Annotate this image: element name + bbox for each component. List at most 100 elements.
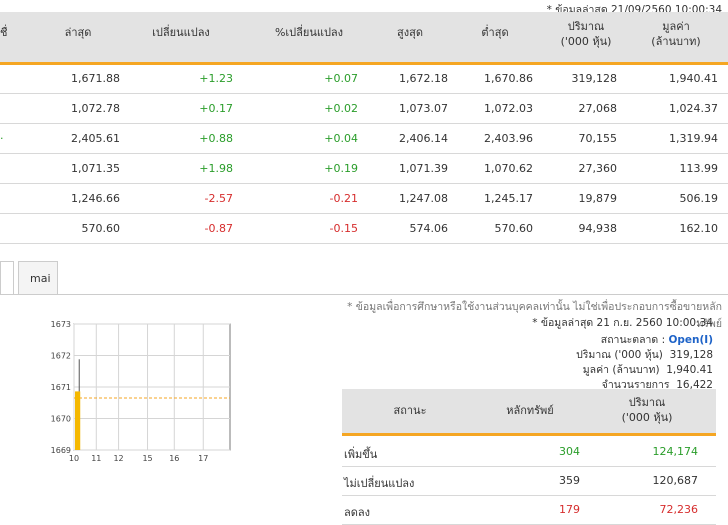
chart-y-tick: 1673: [51, 320, 71, 329]
cell-value: 162.10: [679, 222, 719, 235]
cell-volume: 27,360: [578, 162, 618, 175]
cell-volume: 94,938: [578, 222, 618, 235]
header-value-unit: (ล้านบาท): [651, 35, 701, 48]
cell-volume: 27,068: [578, 102, 618, 115]
cell-value: 1,024.37: [669, 102, 718, 115]
header-low: ต่ำสุด: [481, 26, 509, 39]
cell-pct-change: -0.15: [329, 222, 358, 235]
chart-y-tick: 1672: [51, 352, 71, 361]
chart-y-tick: 1670: [51, 415, 71, 424]
cell-pct-change: +0.04: [324, 132, 358, 145]
info-updated: * ข้อมูลล่าสุด 21 ก.ย. 2560 10:00:34: [532, 317, 713, 329]
cell-change: +1.98: [199, 162, 233, 175]
chart-x-tick: 10: [69, 454, 79, 463]
cell-last: 1,246.66: [71, 192, 120, 205]
table-header: ชื่ ล่าสุด เปลี่ยนแปลง %เปลี่ยนแปลง สูงส…: [0, 12, 728, 65]
summary-volume: 72,236: [659, 503, 699, 516]
cell-last: 2,405.61: [71, 132, 120, 145]
cell-low: 1,670.86: [484, 72, 533, 85]
header-value: มูลค่า: [662, 20, 690, 33]
volume-value: 319,128: [669, 349, 713, 361]
chart-x-tick: 17: [198, 454, 208, 463]
tab-set[interactable]: [0, 261, 14, 294]
chart-x-tick: 12: [113, 454, 123, 463]
cell-low: 570.60: [494, 222, 534, 235]
cell-volume: 319,128: [571, 72, 618, 85]
summary-count: 304: [559, 445, 580, 458]
cell-high: 1,672.18: [399, 72, 448, 85]
cell-value: 1,940.41: [669, 72, 718, 85]
summary-count: 359: [559, 474, 580, 487]
summary-header: สถานะ หลักทรัพย์ ปริมาณ ('000 หุ้น): [342, 389, 716, 436]
cell-low: 2,403.96: [484, 132, 533, 145]
header-volume: ปริมาณ: [567, 20, 605, 33]
cell-change: -0.87: [204, 222, 233, 235]
cell-low: 1,072.03: [484, 102, 533, 115]
chart-x-tick: 16: [169, 454, 179, 463]
cell-last: 1,671.88: [71, 72, 120, 85]
summary-header-volume: ปริมาณ: [628, 396, 666, 409]
row-marker: ·: [0, 132, 4, 145]
cell-pct-change: +0.19: [324, 162, 358, 175]
summary-count: 179: [559, 503, 580, 516]
cell-value: 1,319.94: [669, 132, 718, 145]
summary-volume: 124,174: [652, 445, 699, 458]
header-last: ล่าสุด: [64, 26, 92, 39]
chart-x-tick: 15: [142, 454, 152, 463]
chart-area-fill: [75, 391, 81, 450]
summary-row: ไม่เปลี่ยนแปลง 359 120,687: [342, 466, 716, 496]
cell-volume: 19,879: [578, 192, 618, 205]
tab-mai[interactable]: mai: [18, 261, 58, 294]
cell-change: -2.57: [204, 192, 233, 205]
summary-header-volume-unit: ('000 หุ้น): [621, 411, 673, 424]
cell-value: 113.99: [679, 162, 719, 175]
cell-high: 1,073.07: [399, 102, 448, 115]
table-row[interactable]: 1,246.66 -2.57 -0.21 1,247.08 1,245.17 19,879…: [0, 183, 728, 214]
value-label: มูลค่า (ล้านบาท): [582, 364, 660, 376]
table-row[interactable]: 1,071.35 +1.98 +0.19 1,071.39 1,070.62 27,360…: [0, 153, 728, 184]
cell-change: +0.88: [199, 132, 233, 145]
summary-row: เพิ่มขึ้น 304 124,174: [342, 437, 716, 467]
cell-change: +1.23: [199, 72, 233, 85]
summary-label: ลดลง: [344, 506, 370, 519]
cell-low: 1,245.17: [484, 192, 533, 205]
chart-y-tick: 1671: [51, 383, 71, 392]
cell-high: 1,247.08: [399, 192, 448, 205]
summary-label: เพิ่มขึ้น: [344, 448, 378, 461]
cell-last: 570.60: [81, 222, 121, 235]
chart-x-tick: 11: [91, 454, 101, 463]
summary-volume: 120,687: [652, 474, 699, 487]
header-pct-change: %เปลี่ยนแปลง: [274, 26, 344, 39]
cell-high: 1,071.39: [399, 162, 448, 175]
cell-last: 1,072.78: [71, 102, 120, 115]
cell-value: 506.19: [679, 192, 719, 205]
tab-mai-label: mai: [30, 272, 51, 285]
cell-high: 574.06: [409, 222, 449, 235]
cell-last: 1,071.35: [71, 162, 120, 175]
table-row[interactable]: 1,072.78 +0.17 +0.02 1,073.07 1,072.03 27,068…: [0, 93, 728, 124]
table-row[interactable]: 570.60 -0.87 -0.15 574.06 570.60 94,938 162.10: [0, 213, 728, 244]
volume-label: ปริมาณ ('000 หุ้น): [576, 349, 663, 361]
summary-label: ไม่เปลี่ยนแปลง: [344, 477, 415, 490]
market-status-value: Open(I): [668, 334, 713, 346]
table-row[interactable]: · 2,405.61 +0.88 +0.04 2,406.14 2,403.96 70,15…: [0, 123, 728, 154]
tab-divider: [0, 294, 728, 295]
header-change: เปลี่ยนแปลง: [152, 26, 210, 39]
table-row[interactable]: 1,671.88 +1.23 +0.07 1,672.18 1,670.86 319,12…: [0, 63, 728, 94]
cell-high: 2,406.14: [399, 132, 448, 145]
cell-low: 1,070.62: [484, 162, 533, 175]
value-value: 1,940.41: [666, 364, 713, 376]
index-chart: 16731672167116701669 10 11 12 15 16 17: [51, 320, 231, 463]
header-high: สูงสุด: [397, 26, 423, 39]
header-volume-unit: ('000 หุ้น): [560, 35, 612, 48]
cell-pct-change: +0.07: [324, 72, 358, 85]
summary-header-status: สถานะ: [393, 404, 427, 417]
cell-pct-change: -0.21: [329, 192, 358, 205]
cell-change: +0.17: [199, 102, 233, 115]
summary-header-securities: หลักทรัพย์: [506, 404, 554, 417]
market-status-label: สถานะตลาด :: [600, 334, 666, 346]
summary-row: ลดลง 179 72,236: [342, 495, 716, 525]
cell-pct-change: +0.02: [324, 102, 358, 115]
cell-volume: 70,155: [578, 132, 618, 145]
header-name: ชื่: [0, 26, 8, 39]
